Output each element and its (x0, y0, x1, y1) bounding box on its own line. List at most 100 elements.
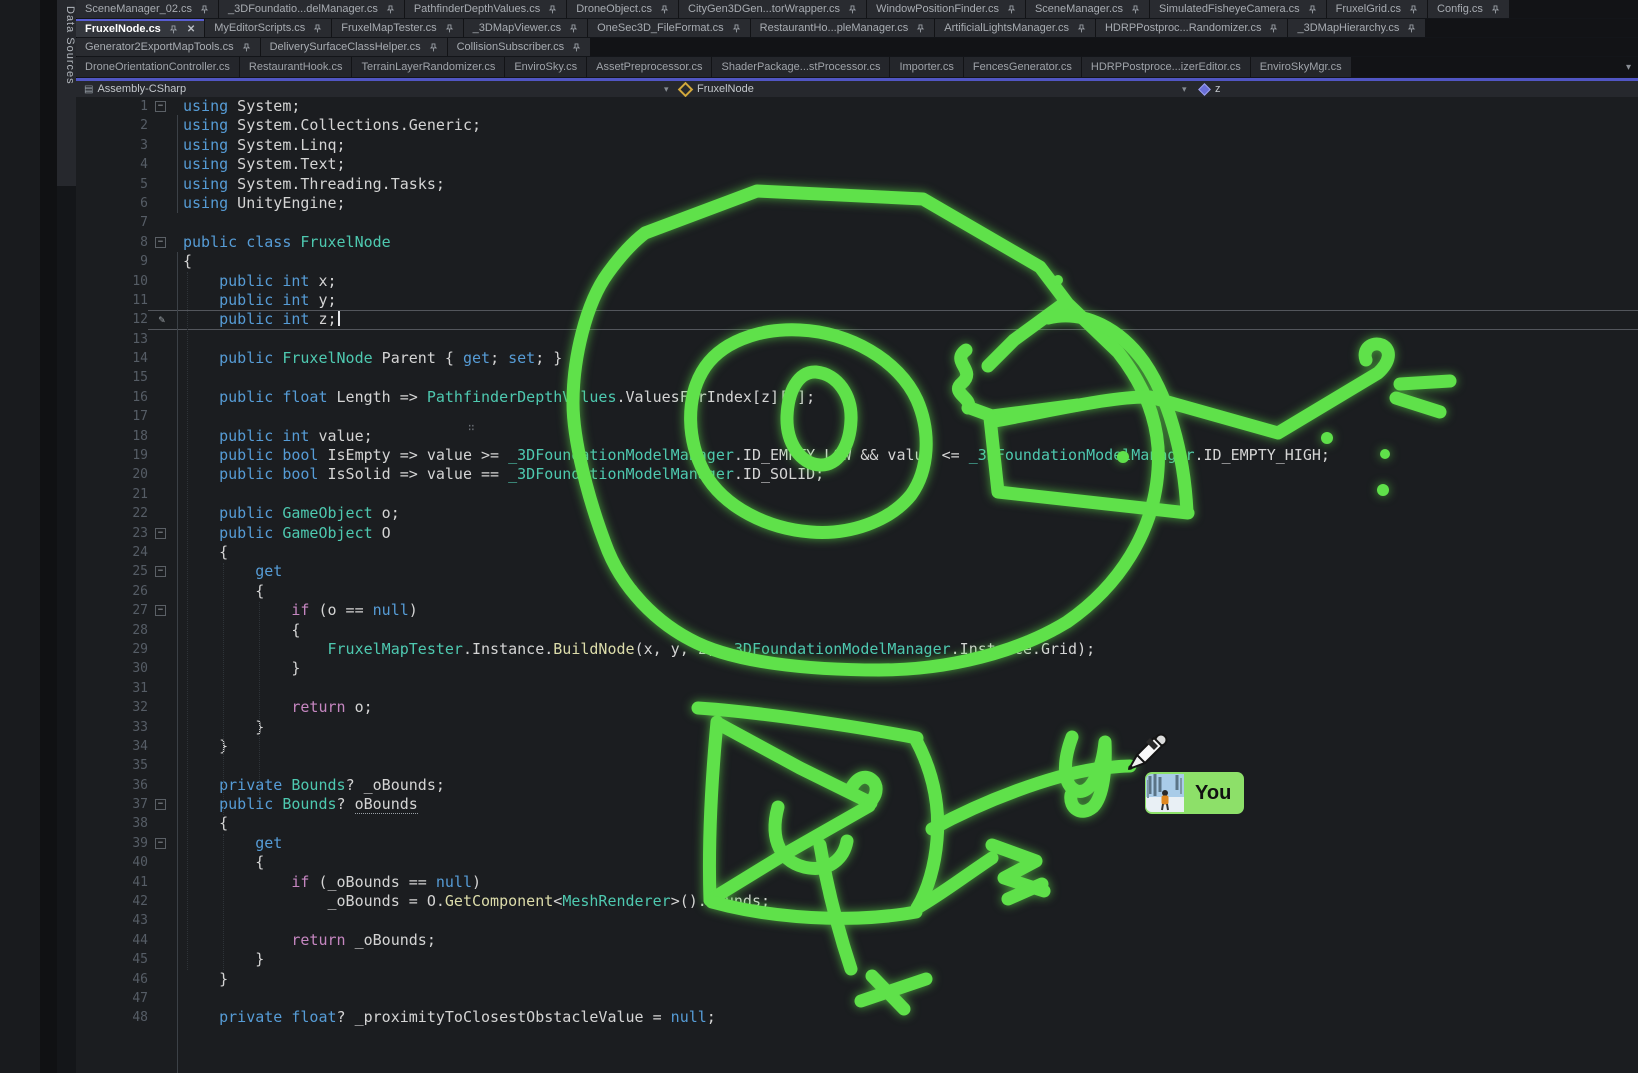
pin-icon[interactable] (445, 24, 454, 33)
breadcrumb-type[interactable]: FruxelNode (680, 82, 754, 96)
fold-margin (148, 485, 172, 504)
pin-icon[interactable] (1007, 5, 1016, 14)
tab-hdrppostproce-izereditor-cs[interactable]: HDRPPostproce...izerEditor.cs (1082, 57, 1250, 77)
tab-label: CityGen3DGen...torWrapper.cs (688, 3, 840, 15)
tab-generator2exportmaptools-cs[interactable]: Generator2ExportMapTools.cs (76, 38, 260, 56)
pin-icon[interactable] (916, 24, 925, 33)
chevron-down-icon[interactable]: ▾ (664, 82, 669, 96)
fold-collapse-icon[interactable]: − (155, 566, 166, 577)
pin-icon[interactable] (1491, 5, 1500, 14)
line-number: 13 (76, 330, 148, 349)
pin-icon[interactable] (660, 5, 669, 14)
pin-icon[interactable] (1409, 5, 1418, 14)
tab-fencesgenerator-cs[interactable]: FencesGenerator.cs (964, 57, 1081, 77)
tab-droneorientationcontroller-cs[interactable]: DroneOrientationController.cs (76, 57, 239, 77)
breadcrumb-member[interactable]: z (1200, 82, 1221, 96)
tab-onesec3d-fileformat-cs[interactable]: OneSec3D_FileFormat.cs (588, 19, 750, 37)
fold-margin (148, 194, 172, 213)
tab-restaurantho-plemanager-cs[interactable]: RestaurantHo...pleManager.cs (751, 19, 935, 37)
tab-label: Generator2ExportMapTools.cs (85, 41, 234, 53)
tab-scenemanager-cs[interactable]: SceneManager.cs (1026, 0, 1149, 18)
tab-droneobject-cs[interactable]: DroneObject.cs (567, 0, 678, 18)
pin-icon[interactable] (169, 25, 178, 34)
line-number: 26 (76, 582, 148, 601)
tab-label: EnviroSky.cs (514, 61, 577, 73)
tab-fruxelgrid-cs[interactable]: FruxelGrid.cs (1327, 0, 1427, 18)
tab-label: FruxelGrid.cs (1336, 3, 1401, 15)
tab--3dmaphierarchy-cs[interactable]: _3DMapHierarchy.cs (1288, 19, 1425, 37)
tab--3dfoundatio-delmanager-cs[interactable]: _3DFoundatio...delManager.cs (219, 0, 404, 18)
fold-collapse-icon[interactable]: − (155, 605, 166, 616)
tab-shaderpackage-stprocessor-cs[interactable]: ShaderPackage...stProcessor.cs (712, 57, 889, 77)
pin-icon[interactable] (1407, 24, 1416, 33)
fold-collapse-icon[interactable]: − (155, 799, 166, 810)
tab-artificiallightsmanager-cs[interactable]: ArtificialLightsManager.cs (935, 19, 1095, 37)
tab-simulatedfisheyecamera-cs[interactable]: SimulatedFisheyeCamera.cs (1150, 0, 1326, 18)
fold-margin (148, 659, 172, 678)
line-number: 20 (76, 465, 148, 484)
code-text: } (172, 737, 228, 756)
pin-icon[interactable] (1131, 5, 1140, 14)
fold-margin (148, 116, 172, 135)
code-editor[interactable]: ∷ 1−using System;2using System.Collectio… (76, 97, 1638, 1073)
chevron-down-icon[interactable]: ▾ (1182, 82, 1187, 96)
pin-icon[interactable] (386, 5, 395, 14)
pin-icon[interactable] (429, 43, 438, 52)
code-text: } (172, 970, 228, 989)
tab-deliverysurfaceclasshelper-cs[interactable]: DeliverySurfaceClassHelper.cs (261, 38, 447, 56)
code-line: 39− get (76, 834, 1638, 853)
close-icon[interactable]: ✕ (187, 24, 195, 35)
pin-icon[interactable] (1269, 24, 1278, 33)
tab-config-cs[interactable]: Config.cs (1428, 0, 1509, 18)
tab-label: PathfinderDepthValues.cs (414, 3, 540, 15)
data-sources-vertical-tab[interactable]: Data Sources (57, 0, 77, 192)
tab-hdrppostproc-randomizer-cs[interactable]: HDRPPostproc...Randomizer.cs (1096, 19, 1288, 37)
code-text: } (172, 659, 300, 678)
line-number: 43 (76, 911, 148, 930)
pin-icon[interactable] (848, 5, 857, 14)
tab--3dmapviewer-cs[interactable]: _3DMapViewer.cs (464, 19, 587, 37)
breadcrumb-project[interactable]: ▤ Assembly-CSharp (84, 82, 186, 96)
tab-pathfinderdepthvalues-cs[interactable]: PathfinderDepthValues.cs (405, 0, 566, 18)
pin-icon[interactable] (569, 24, 578, 33)
pin-icon[interactable] (572, 43, 581, 52)
fold-collapse-icon[interactable]: − (155, 838, 166, 849)
tab-enviroskymgr-cs[interactable]: EnviroSkyMgr.cs (1251, 57, 1351, 77)
tab-label: WindowPositionFinder.cs (876, 3, 999, 15)
tab-label: Config.cs (1437, 3, 1483, 15)
tab-assetpreprocessor-cs[interactable]: AssetPreprocessor.cs (587, 57, 711, 77)
tab-label: DeliverySurfaceClassHelper.cs (270, 41, 421, 53)
pin-icon[interactable] (200, 5, 209, 14)
line-number: 22 (76, 504, 148, 523)
code-text: } (172, 950, 264, 969)
fold-collapse-icon[interactable]: − (155, 528, 166, 539)
tab-label: HDRPPostproce...izerEditor.cs (1091, 61, 1241, 73)
fold-collapse-icon[interactable]: − (155, 101, 166, 112)
tab-fruxelmaptester-cs[interactable]: FruxelMapTester.cs (332, 19, 462, 37)
tab-fruxelnode-cs[interactable]: FruxelNode.cs✕ (76, 19, 204, 37)
tab-citygen3dgen-torwrapper-cs[interactable]: CityGen3DGen...torWrapper.cs (679, 0, 866, 18)
pin-icon[interactable] (1308, 5, 1317, 14)
fold-margin (148, 679, 172, 698)
tab-importer-cs[interactable]: Importer.cs (890, 57, 962, 77)
tab-terrainlayerrandomizer-cs[interactable]: TerrainLayerRandomizer.cs (352, 57, 504, 77)
pin-icon[interactable] (313, 24, 322, 33)
pin-icon[interactable] (242, 43, 251, 52)
code-text: private float? _proximityToClosestObstac… (172, 1008, 716, 1027)
code-text: public GameObject o; (172, 504, 400, 523)
pin-icon[interactable] (1077, 24, 1086, 33)
tab-overflow-button[interactable]: ▾ (1626, 62, 1631, 73)
fold-margin (148, 970, 172, 989)
pin-icon[interactable] (548, 5, 557, 14)
tab-restauranthook-cs[interactable]: RestaurantHook.cs (240, 57, 352, 77)
pin-icon[interactable] (732, 24, 741, 33)
tab-myeditorscripts-cs[interactable]: MyEditorScripts.cs (205, 19, 331, 37)
tab-scenemanager-02-cs[interactable]: SceneManager_02.cs (76, 0, 218, 18)
code-line: 40 { (76, 853, 1638, 872)
fold-collapse-icon[interactable]: − (155, 237, 166, 248)
fold-margin (148, 368, 172, 387)
tab-collisionsubscriber-cs[interactable]: CollisionSubscriber.cs (448, 38, 591, 56)
tab-windowpositionfinder-cs[interactable]: WindowPositionFinder.cs (867, 0, 1025, 18)
code-text: return o; (172, 698, 373, 717)
tab-envirosky-cs[interactable]: EnviroSky.cs (505, 57, 586, 77)
